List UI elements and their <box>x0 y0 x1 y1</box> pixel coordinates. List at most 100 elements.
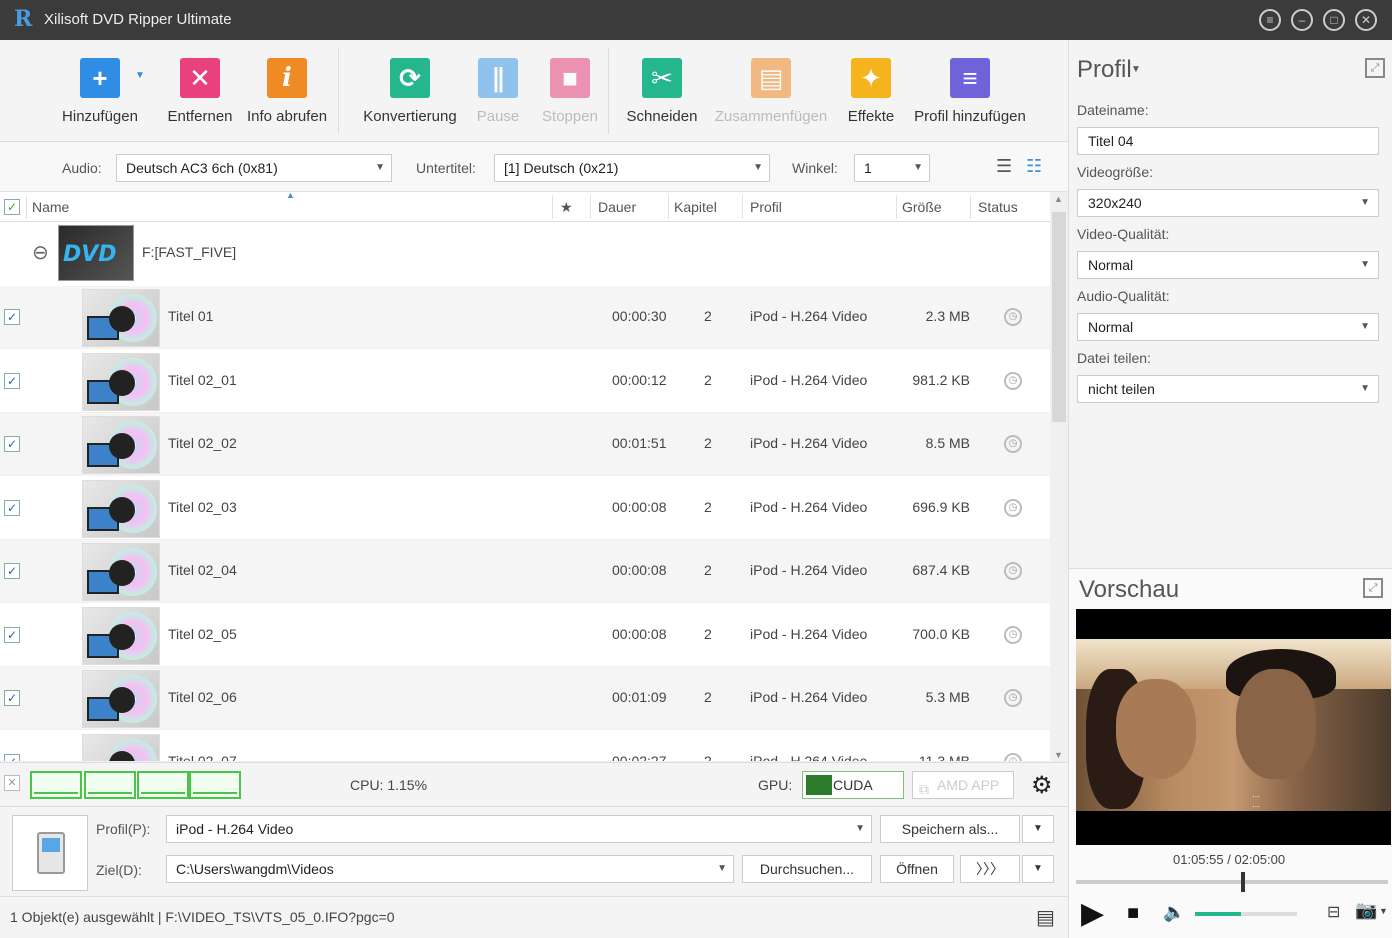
table-row[interactable]: ✓ Titel 02_04 00:00:08 2 iPod - H.264 Video 6… <box>0 540 1050 603</box>
scroll-down-icon[interactable]: ▼ <box>1054 750 1063 760</box>
volume-icon[interactable]: 🔈 <box>1163 902 1185 923</box>
column-profile[interactable]: Profil <box>750 199 782 215</box>
title-name: Titel 02_01 <box>168 371 237 388</box>
merge-button[interactable]: ▤ Zusammenfügen <box>712 58 830 125</box>
menu-icon[interactable]: ≡ <box>1259 9 1281 31</box>
title-profile[interactable]: iPod - H.264 Video <box>750 308 867 324</box>
column-status[interactable]: Status <box>978 199 1018 215</box>
browse-button[interactable]: Durchsuchen... <box>742 855 872 883</box>
effects-button[interactable]: ✦ Effekte <box>844 58 898 125</box>
row-checkbox[interactable]: ✓ <box>4 626 20 643</box>
list-header: ✓ Name ▲ ★ Dauer Kapitel Profil Größe St… <box>0 190 1050 222</box>
table-row[interactable]: ✓ Titel 02_03 00:00:08 2 iPod - H.264 Video 6… <box>0 477 1050 540</box>
title-profile[interactable]: iPod - H.264 Video <box>750 626 867 642</box>
list-scrollbar[interactable]: ▲ ▼ <box>1050 192 1068 762</box>
table-row[interactable]: ✓ Titel 01 00:00:30 2 iPod - H.264 Video 2.3 … <box>0 286 1050 349</box>
row-checkbox[interactable]: ✓ <box>4 372 20 389</box>
info-button[interactable]: i Info abrufen <box>245 58 329 125</box>
column-divider <box>668 195 669 219</box>
row-checkbox[interactable]: ✓ <box>4 753 20 762</box>
scroll-up-icon[interactable]: ▲ <box>1054 194 1063 204</box>
dvd-group-row[interactable]: ⊖ DVD F:[FAST_FIVE] <box>0 222 1050 286</box>
video-quality-select[interactable]: Normal ▼ <box>1077 251 1379 279</box>
table-row[interactable]: ✓ Titel 02_02 00:01:51 2 iPod - H.264 Video 8… <box>0 413 1050 476</box>
column-star[interactable]: ★ <box>560 199 573 216</box>
title-profile[interactable]: iPod - H.264 Video <box>750 372 867 388</box>
maximize-icon[interactable]: □ <box>1323 9 1345 31</box>
add-button[interactable]: + Hinzufügen <box>60 58 140 125</box>
cuda-button[interactable]: CUDA <box>802 771 904 799</box>
add-dropdown-icon[interactable]: ▼ <box>135 70 145 81</box>
detail-view-icon[interactable]: ☷ <box>1026 156 1042 177</box>
minimize-icon[interactable]: – <box>1291 9 1313 31</box>
volume-slider[interactable] <box>1195 912 1297 916</box>
title-profile[interactable]: iPod - H.264 Video <box>750 753 867 762</box>
split-view-icon[interactable]: ⊟ <box>1327 902 1340 922</box>
profile-select[interactable]: iPod - H.264 Video ▼ <box>166 815 872 843</box>
close-icon[interactable]: ✕ <box>1355 9 1377 31</box>
title-profile[interactable]: iPod - H.264 Video <box>750 435 867 451</box>
save-as-button[interactable]: Speichern als... <box>880 815 1020 843</box>
gear-icon[interactable]: ⚙ <box>1031 771 1053 800</box>
play-icon[interactable]: ▶ <box>1081 896 1104 931</box>
add-profile-button[interactable]: ≡ Profil hinzufügen <box>910 58 1030 125</box>
scissors-icon: ✂ <box>642 58 682 98</box>
videosize-select[interactable]: 320x240 ▼ <box>1077 189 1379 217</box>
profile-panel-title[interactable]: Profil <box>1077 56 1132 84</box>
close-panel-icon[interactable]: ✕ <box>4 775 20 791</box>
column-size[interactable]: Größe <box>902 199 942 215</box>
profile-menu-icon[interactable]: ▼ <box>1131 64 1141 75</box>
row-checkbox[interactable]: ✓ <box>4 690 20 706</box>
chevron-down-icon: ▼ <box>753 162 763 173</box>
cut-button[interactable]: ✂ Schneiden <box>626 58 698 125</box>
subtitle-select[interactable]: [1] Deutsch (0x21) ▼ <box>494 154 770 182</box>
video-preview[interactable]: ...... <box>1076 609 1391 845</box>
remove-button[interactable]: ✕ Entfernen <box>165 58 235 125</box>
list-view-icon[interactable]: ☰ <box>996 156 1012 177</box>
audio-quality-select[interactable]: Normal ▼ <box>1077 313 1379 341</box>
table-row[interactable]: ✓ Titel 02_05 00:00:08 2 iPod - H.264 Video 7… <box>0 604 1050 667</box>
row-checkbox[interactable]: ✓ <box>4 499 20 516</box>
effects-icon: ✦ <box>851 58 891 98</box>
convert-button[interactable]: ⟳ Konvertierung <box>362 58 458 125</box>
toolbar: + Hinzufügen ▼ ✕ Entfernen i Info abrufe… <box>0 40 1068 142</box>
row-checkbox[interactable]: ✓ <box>4 309 20 325</box>
select-all-checkbox[interactable]: ✓ <box>4 199 20 215</box>
angle-select[interactable]: 1 ▼ <box>854 154 930 182</box>
expand-icon[interactable]: ⤢ <box>1363 578 1383 598</box>
column-name[interactable]: Name <box>32 199 69 215</box>
column-duration[interactable]: Dauer <box>598 199 636 215</box>
log-icon[interactable]: ▤ <box>1036 905 1055 930</box>
snapshot-dropdown-icon[interactable]: ▼ <box>1379 906 1388 916</box>
collapse-icon[interactable]: ⊖ <box>32 240 49 265</box>
seek-handle[interactable] <box>1241 872 1246 892</box>
column-chapters[interactable]: Kapitel <box>674 199 717 215</box>
destination-select[interactable]: C:\Users\wangdm\Videos ▼ <box>166 855 734 883</box>
snapshot-icon[interactable]: 📷 <box>1355 900 1377 921</box>
filename-field[interactable]: Titel 04 <box>1077 127 1379 155</box>
table-row[interactable]: ✓ Titel 02_01 00:00:12 2 iPod - H.264 Video 9… <box>0 350 1050 413</box>
table-row[interactable]: ✓ Titel 02_07 00:02:27 2 iPod - H.264 Video 1… <box>0 731 1050 762</box>
save-as-dropdown[interactable]: ▼ <box>1022 815 1054 843</box>
row-checkbox[interactable]: ✓ <box>4 436 20 452</box>
video-quality-label: Video-Qualität: <box>1077 226 1170 242</box>
open-button[interactable]: Öffnen <box>880 855 954 883</box>
title-profile[interactable]: iPod - H.264 Video <box>750 689 867 705</box>
pause-button[interactable]: ∥ Pause <box>472 58 524 125</box>
audio-select[interactable]: Deutsch AC3 6ch (0x81) ▼ <box>116 154 392 182</box>
table-row[interactable]: ✓ Titel 02_06 00:01:09 2 iPod - H.264 Video 5… <box>0 667 1050 730</box>
transfer-button[interactable]: 〉〉〉 <box>960 855 1020 883</box>
row-checkbox[interactable]: ✓ <box>4 563 20 579</box>
title-profile[interactable]: iPod - H.264 Video <box>750 562 867 578</box>
amd-app-button[interactable]: ⧉ AMD APP <box>912 771 1014 799</box>
expand-icon[interactable]: ⤢ <box>1365 58 1385 78</box>
seek-bar[interactable] <box>1076 872 1388 892</box>
split-select[interactable]: nicht teilen ▼ <box>1077 375 1379 403</box>
transfer-dropdown[interactable]: ▼ <box>1022 855 1054 883</box>
stop-icon[interactable]: ■ <box>1127 902 1139 925</box>
title-size: 981.2 KB <box>912 371 970 388</box>
scrollbar-thumb[interactable] <box>1052 212 1066 422</box>
title-profile[interactable]: iPod - H.264 Video <box>750 499 867 515</box>
title-duration: 00:02:27 <box>612 752 667 762</box>
stop-button[interactable]: ■ Stoppen <box>538 58 602 125</box>
